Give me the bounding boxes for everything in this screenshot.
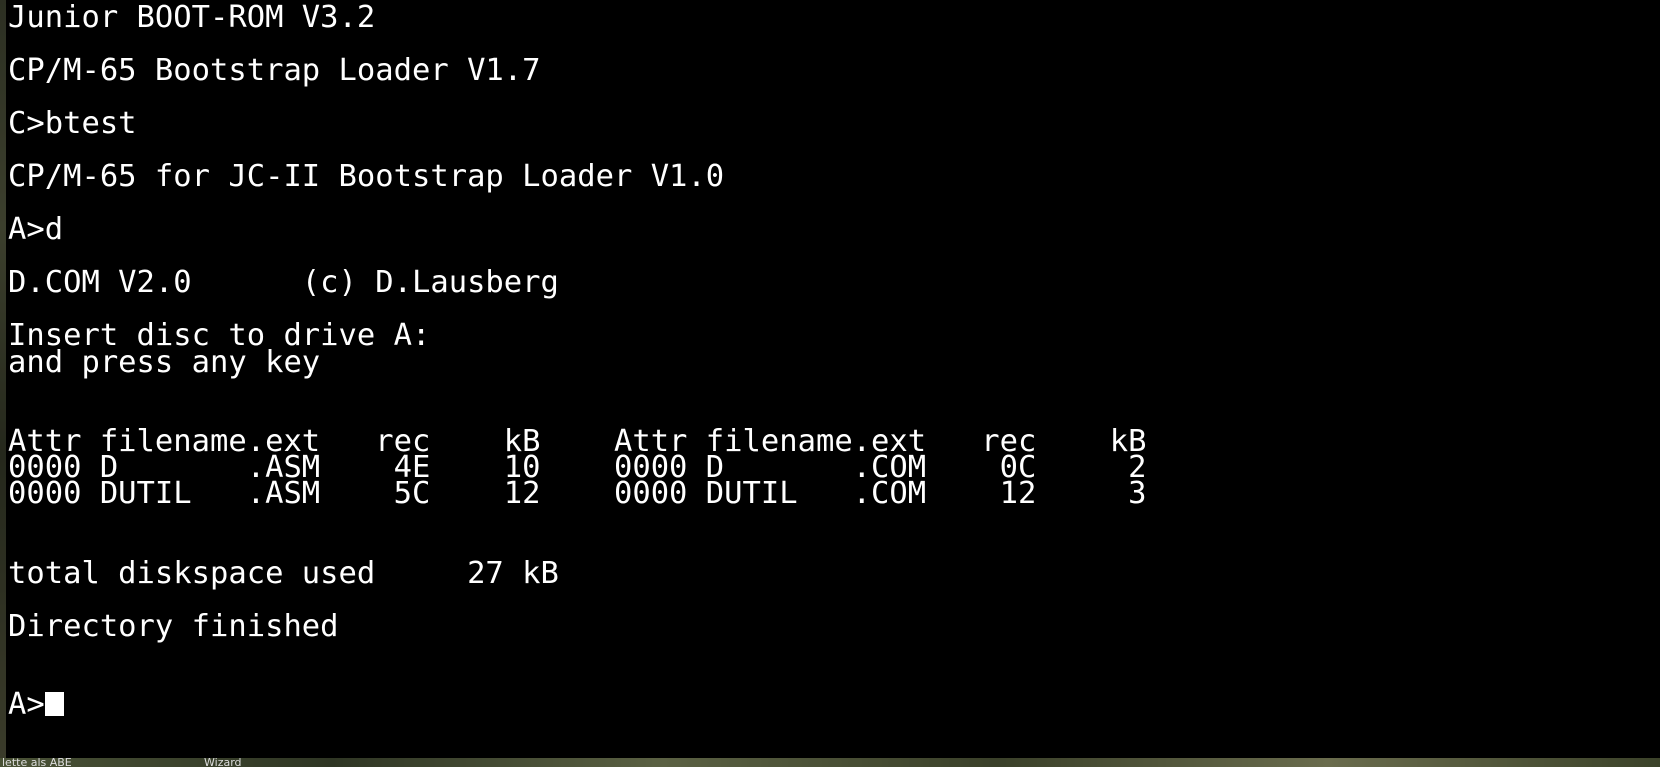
- desktop-edge: [0, 0, 6, 758]
- boot-rom-line: Junior BOOT-ROM V3.2: [8, 0, 376, 35]
- command-btest-line: C>btest: [8, 106, 137, 141]
- prompt-text: A>: [8, 687, 45, 722]
- directory-finished-line: Directory finished: [8, 609, 339, 644]
- jc-loader-line: CP/M-65 for JC-II Bootstrap Loader V1.0: [8, 159, 725, 194]
- desktop-background: lette als ABE Wizard: [0, 758, 1660, 767]
- command-prompt-line[interactable]: A>: [8, 687, 64, 722]
- desktop-icon-label[interactable]: Wizard: [204, 758, 242, 767]
- command-d-line: A>d: [8, 212, 64, 247]
- text-cursor: [44, 692, 64, 716]
- dcom-version-line: D.COM V2.0 (c) D.Lausberg: [8, 265, 559, 300]
- directory-row: 0000 DUTIL .ASM 5C 12 0000 DUTIL .COM 12…: [8, 476, 1147, 511]
- desktop-icon-label[interactable]: lette als ABE: [2, 758, 72, 767]
- screen: Junior BOOT-ROM V3.2 CP/M-65 Bootstrap L…: [0, 0, 1660, 767]
- bootstrap-loader-line: CP/M-65 Bootstrap Loader V1.7: [8, 53, 541, 88]
- terminal-window[interactable]: Junior BOOT-ROM V3.2 CP/M-65 Bootstrap L…: [0, 0, 1660, 758]
- total-diskspace-line: total diskspace used 27 kB: [8, 556, 559, 591]
- press-key-line: and press any key: [8, 345, 321, 380]
